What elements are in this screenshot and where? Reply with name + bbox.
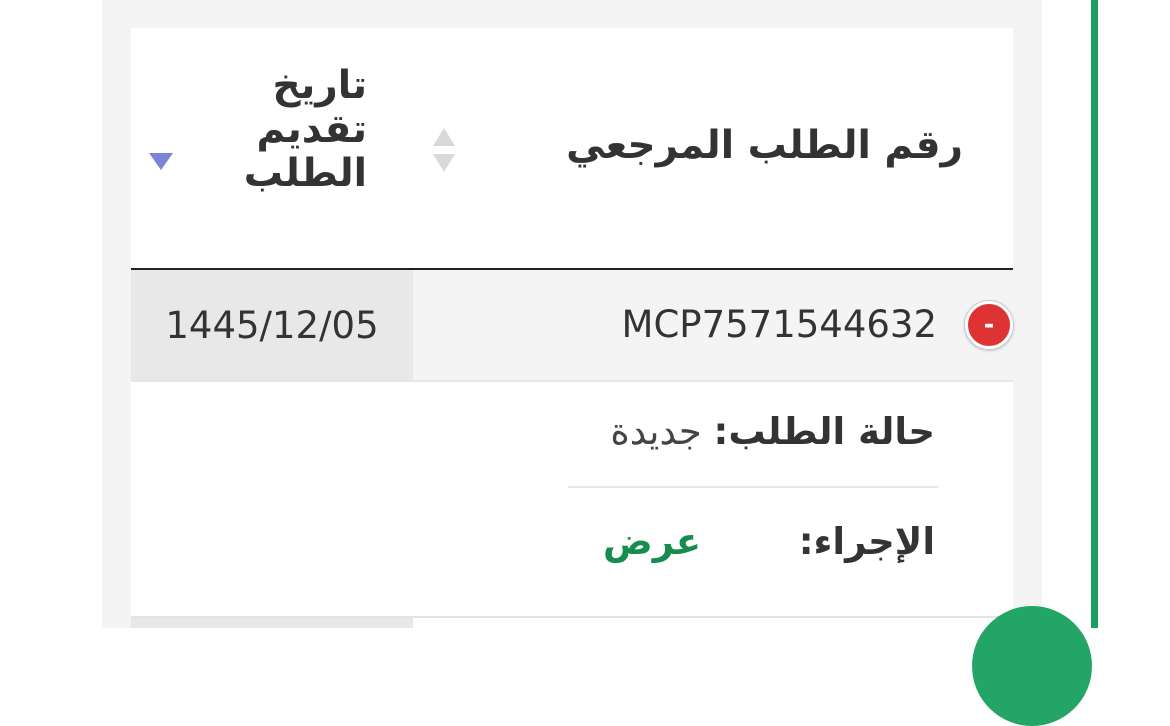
request-action: الإجراء: bbox=[799, 520, 935, 563]
column-header-reference-number[interactable]: رقم الطلب المرجعي bbox=[566, 123, 963, 168]
green-side-border bbox=[1091, 0, 1098, 628]
collapse-row-button[interactable]: - bbox=[965, 301, 1013, 349]
sort-desc-icon[interactable] bbox=[147, 150, 175, 172]
table-header: رقم الطلب المرجعي تاريخ تقديم الطلب bbox=[131, 28, 1013, 270]
column-header-line: تاريخ bbox=[272, 63, 368, 108]
column-header-submission-date[interactable]: تاريخ تقديم الطلب bbox=[227, 63, 368, 197]
minus-circle-icon: - bbox=[983, 310, 995, 340]
row-details: حالة الطلب: جديدة الإجراء: عرض bbox=[131, 382, 1013, 618]
view-request-link[interactable]: عرض bbox=[603, 520, 701, 563]
column-header-line: تقديم bbox=[256, 107, 367, 153]
action-label: الإجراء: bbox=[798, 520, 935, 563]
table-row[interactable]: 1445/12/05 MCP7571544632 - bbox=[131, 270, 1013, 382]
floating-action-button[interactable] bbox=[972, 606, 1092, 726]
request-status-value: جديدة bbox=[610, 410, 702, 453]
request-status-label: حالة الطلب: bbox=[713, 410, 935, 453]
column-header-line: الطلب bbox=[243, 151, 367, 197]
details-divider bbox=[568, 486, 938, 488]
cell-submission-date: 1445/12/05 bbox=[131, 270, 413, 380]
request-status: حالة الطلب: جديدة bbox=[610, 410, 935, 453]
cell-reference-number: MCP7571544632 - bbox=[413, 270, 1013, 380]
reference-number-text: MCP7571544632 bbox=[621, 303, 937, 346]
next-row-cell bbox=[131, 618, 413, 628]
sort-both-icon[interactable] bbox=[431, 124, 457, 176]
requests-table: رقم الطلب المرجعي تاريخ تقديم الطلب 1445… bbox=[131, 28, 1013, 628]
